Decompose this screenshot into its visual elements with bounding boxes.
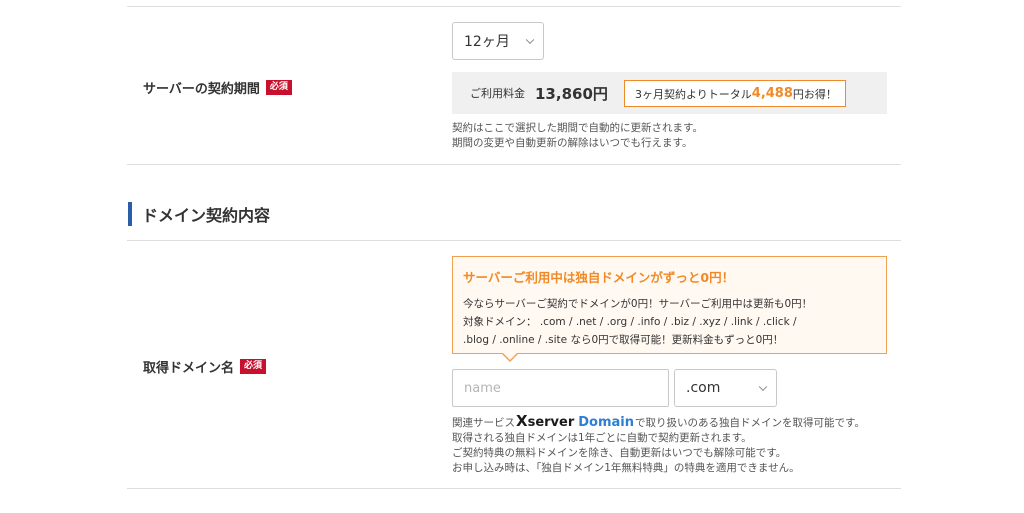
promo-line: .blog / .online / .site なら0円で取得可能！更新料金もず… — [463, 334, 784, 346]
savings-badge: 3ヶ月契約よりトータル 4,488 円お得！ — [624, 80, 846, 107]
required-badge: 必須 — [265, 80, 292, 95]
divider-bottom — [127, 488, 901, 489]
divider-after-contract — [127, 164, 901, 165]
savings-amount: 4,488 — [751, 86, 793, 101]
brand-server: server — [527, 415, 575, 430]
promo-line: 今ならサーバーご契約でドメインが0円！サーバーご利用中は更新も0円！ — [463, 298, 813, 310]
contract-notes: 契約はここで選択した期間で自動的に更新されます。 期間の変更や自動更新の解除はい… — [452, 121, 703, 151]
chevron-down-icon — [758, 382, 768, 392]
promo-body: 今ならサーバーご契約でドメインが0円！サーバーご利用中は更新も0円！ 対象ドメイ… — [463, 295, 812, 349]
tld-value: .com — [686, 380, 721, 396]
divider-after-section-title — [127, 240, 901, 241]
domain-note-line: 取得される独自ドメインは1年ごとに自動で契約更新されます。 — [452, 432, 752, 444]
related-suffix: で取り扱いのある独自ドメインを取得可能です。 — [635, 417, 865, 429]
price-box: ご利用料金 13,860円 3ヶ月契約よりトータル 4,488 円お得！ — [452, 72, 887, 114]
contract-period-label-text: サーバーの契約期間 — [143, 82, 260, 97]
divider-top — [127, 6, 901, 7]
price-label: ご利用料金 — [470, 87, 525, 100]
price-value: 13,860円 — [535, 84, 608, 103]
domain-note-line: ご契約特典の無料ドメインを除き、自動更新はいつでも解除可能です。 — [452, 447, 787, 459]
domain-notes: 関連サービス Xserver Domain で取り扱いのある独自ドメインを取得可能です… — [452, 414, 865, 476]
tld-select[interactable]: .com — [674, 369, 777, 407]
promo-line: 対象ドメイン： .com / .net / .org / .info / .bi… — [463, 316, 797, 328]
related-service-line: 関連サービス Xserver Domain で取り扱いのある独自ドメインを取得可能です… — [452, 414, 865, 431]
xserver-domain-logo: Xserver Domain — [516, 412, 635, 431]
required-badge: 必須 — [240, 359, 267, 374]
promo-title: サーバーご利用中は独自ドメインがずっと0円！ — [463, 270, 735, 285]
contract-period-label: サーバーの契約期間 必須 — [143, 78, 292, 97]
section-heading-bar — [128, 202, 132, 226]
domain-promo-box: サーバーご利用中は独自ドメインがずっと0円！ 今ならサーバーご契約でドメインが0… — [452, 256, 887, 362]
contract-note-line: 期間の変更や自動更新の解除はいつでも行えます。 — [452, 137, 693, 149]
domain-note-line: お申し込み時は、「独自ドメイン1年無料特典」の特典を適用できません。 — [452, 462, 800, 474]
domain-name-label-text: 取得ドメイン名 — [143, 361, 235, 376]
contract-note-line: 契約はここで選択した期間で自動的に更新されます。 — [452, 122, 703, 134]
chevron-down-icon — [525, 35, 535, 45]
savings-suffix: 円お得！ — [792, 87, 837, 101]
contract-period-value: 12ヶ月 — [464, 34, 510, 50]
related-prefix: 関連サービス — [452, 417, 515, 429]
domain-name-input[interactable] — [452, 369, 669, 407]
section-heading: ドメイン契約内容 — [128, 202, 270, 226]
promo-tail-fill — [502, 352, 518, 360]
contract-period-select[interactable]: 12ヶ月 — [452, 22, 544, 60]
brand-x: X — [516, 412, 528, 430]
section-title: ドメイン契約内容 — [142, 206, 271, 225]
brand-domain: Domain — [578, 415, 635, 430]
domain-name-label: 取得ドメイン名 必須 — [143, 357, 267, 376]
savings-prefix: 3ヶ月契約よりトータル — [635, 87, 752, 101]
